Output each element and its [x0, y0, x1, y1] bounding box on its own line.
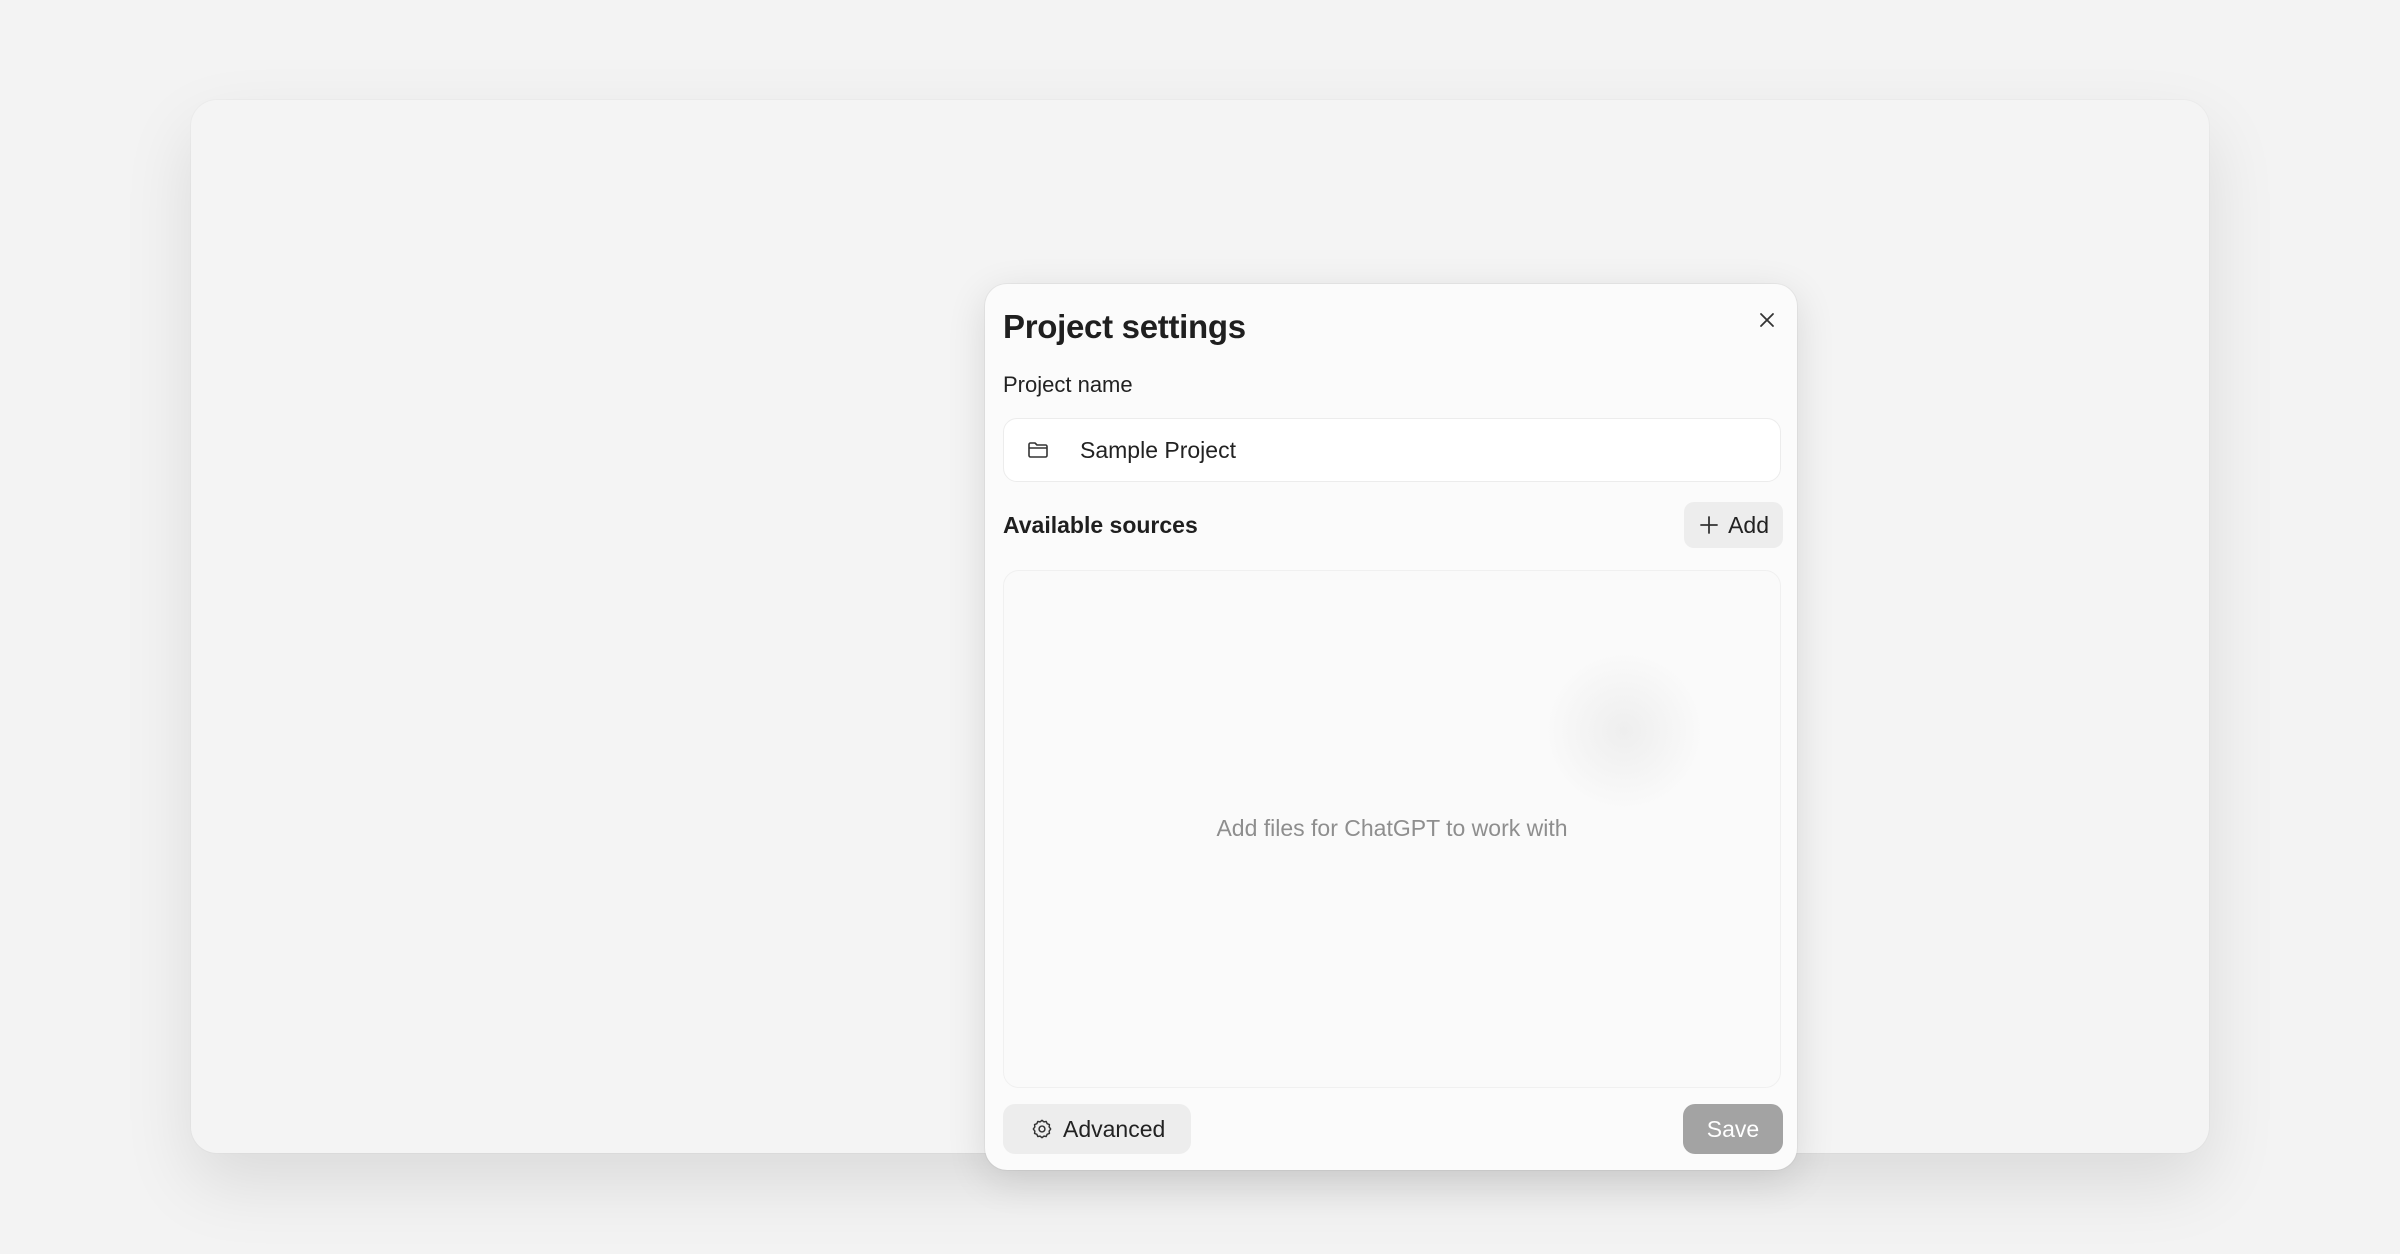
project-name-field[interactable] — [1003, 418, 1781, 482]
project-name-input[interactable] — [1080, 436, 1760, 464]
sources-dropzone[interactable]: Add files for ChatGPT to work with — [1003, 570, 1781, 1088]
plus-icon — [1700, 516, 1718, 534]
project-name-label: Project name — [1003, 372, 1133, 397]
add-source-button[interactable]: Add — [1684, 502, 1783, 548]
gear-icon — [1032, 1119, 1052, 1139]
close-button[interactable] — [1749, 302, 1785, 338]
empty-state-text: Add files for ChatGPT to work with — [1216, 815, 1568, 841]
advanced-label: Advanced — [1063, 1115, 1166, 1142]
app-window: Project settings Project name Available … — [191, 100, 2209, 1170]
save-button[interactable]: Save — [1683, 1104, 1783, 1154]
close-icon — [1760, 313, 1774, 327]
add-source-label: Add — [1728, 511, 1769, 538]
advanced-button[interactable]: Advanced — [1003, 1104, 1192, 1154]
available-sources-heading: Available sources — [1003, 512, 1198, 538]
project-settings-dialog: Project settings Project name Available … — [985, 284, 1797, 1170]
dialog-title: Project settings — [1003, 308, 1246, 345]
decorative-glow — [1544, 651, 1704, 811]
folder-icon — [1026, 438, 1050, 462]
